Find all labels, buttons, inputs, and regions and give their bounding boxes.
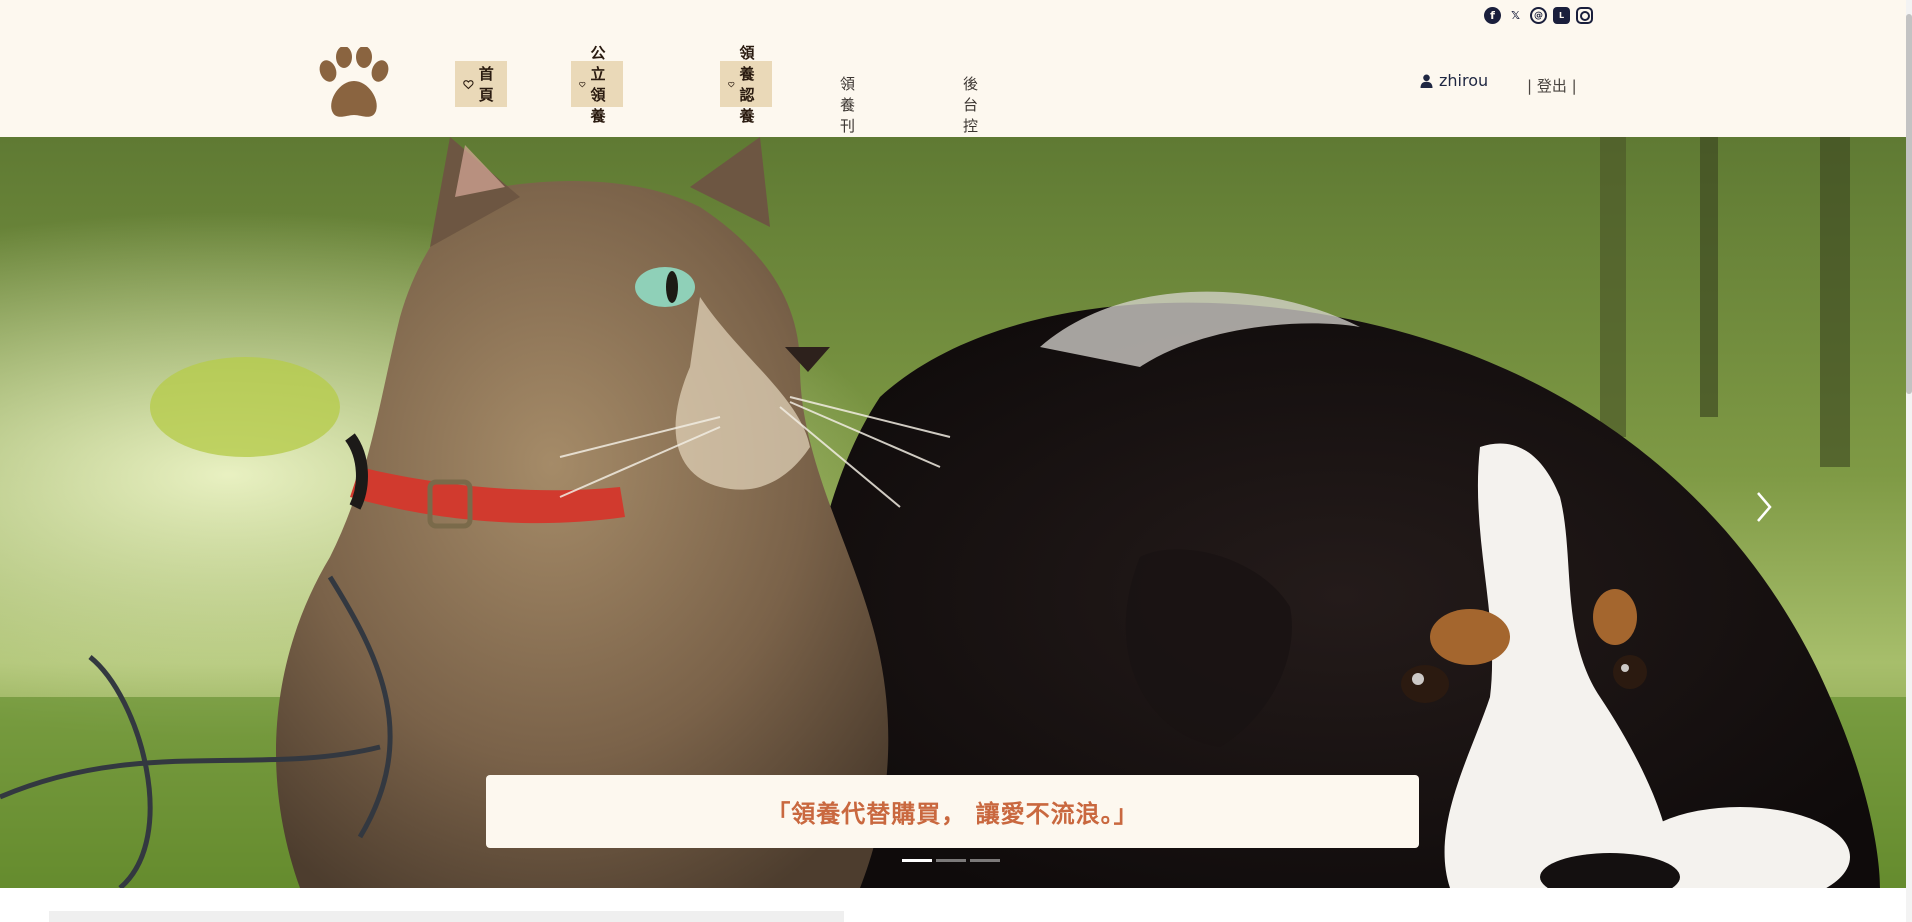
paw-logo-icon[interactable]	[314, 47, 394, 121]
nav-adopt-label: 領養認養	[739, 44, 755, 125]
social-links: f 𝕏 @ L	[1484, 7, 1593, 24]
carousel-next-arrow-icon[interactable]	[1748, 487, 1778, 527]
carousel-indicator-3[interactable]	[970, 859, 1000, 862]
hero-slogan-text: 「領養代替購買， 讓愛不流浪。」	[766, 799, 1139, 828]
x-icon[interactable]: 𝕏	[1507, 7, 1524, 24]
nav-public-adoption-button[interactable]: 公立領養	[571, 44, 624, 125]
heart-icon	[728, 81, 735, 87]
hero-carousel: 「領養代替購買， 讓愛不流浪。」	[0, 137, 1906, 888]
carousel-indicator-2[interactable]	[936, 859, 966, 862]
heart-icon	[463, 79, 474, 89]
username: zhirou	[1439, 71, 1489, 90]
nav-public-adoption-label: 公立領養	[590, 44, 606, 125]
nav-home-button[interactable]: 首頁	[455, 61, 508, 107]
site-header: f 𝕏 @ L 首頁 公立領養 領養認養 領養刊登管理 後台控制	[0, 0, 1906, 198]
facebook-icon[interactable]: f	[1484, 7, 1501, 24]
logout-link[interactable]: | 登出 |	[1527, 75, 1577, 96]
carousel-indicators	[902, 859, 1000, 862]
user-menu[interactable]: zhirou	[1420, 71, 1488, 90]
scrollbar-thumb[interactable]	[1906, 14, 1912, 394]
content-card-top-edge	[49, 911, 844, 922]
page-scrollbar[interactable]	[1906, 0, 1912, 922]
heart-icon	[579, 81, 586, 87]
hero-slogan-banner: 「領養代替購買， 讓愛不流浪。」	[486, 775, 1419, 848]
nav-home-label: 首頁	[478, 65, 494, 104]
carousel-indicator-1[interactable]	[902, 859, 932, 862]
instagram-icon[interactable]	[1576, 7, 1593, 24]
nav-adopt-button[interactable]: 領養認養	[720, 44, 773, 125]
threads-icon[interactable]: @	[1530, 7, 1547, 24]
line-icon[interactable]: L	[1553, 7, 1570, 24]
user-icon	[1420, 74, 1433, 88]
